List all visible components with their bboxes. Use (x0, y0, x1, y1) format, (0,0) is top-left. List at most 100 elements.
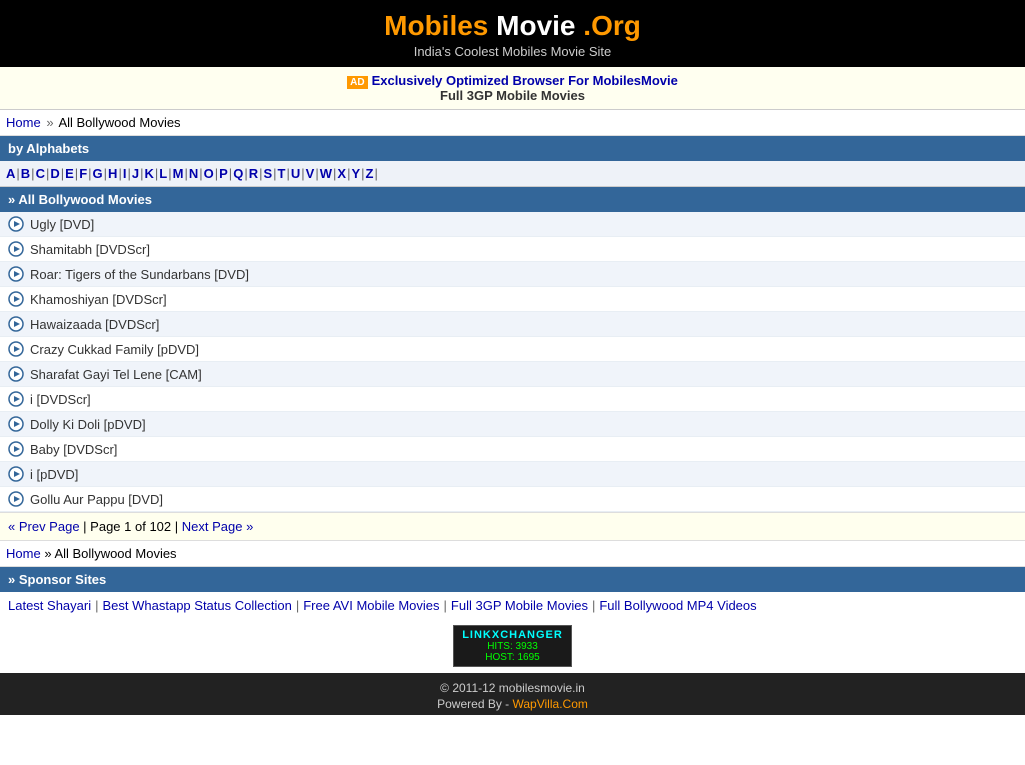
page-info: | Page 1 of 102 | (83, 519, 182, 534)
title-mobiles: Mobiles (384, 10, 488, 41)
play-icon (8, 441, 24, 457)
play-icon (8, 416, 24, 432)
sponsor-header: » Sponsor Sites (0, 567, 1025, 592)
footer: © 2011-12 mobilesmovie.in Powered By - W… (0, 673, 1025, 715)
alpha-C[interactable]: C (36, 166, 45, 181)
alpha-P[interactable]: P (219, 166, 228, 181)
powered-text: Powered By - (437, 697, 509, 711)
ad-line2: Full 3GP Mobile Movies (0, 88, 1025, 103)
movie-item[interactable]: Crazy Cukkad Family [pDVD] (0, 337, 1025, 362)
movie-link[interactable]: Baby [DVDScr] (30, 442, 117, 457)
top-breadcrumb: Home » All Bollywood Movies (0, 110, 1025, 136)
alpha-X[interactable]: X (337, 166, 346, 181)
ad-link[interactable]: Exclusively Optimized Browser For Mobile… (372, 73, 678, 88)
alpha-H[interactable]: H (108, 166, 117, 181)
ad-bar: AD Exclusively Optimized Browser For Mobi… (0, 67, 1025, 110)
alpha-T[interactable]: T (278, 166, 286, 181)
play-icon (8, 491, 24, 507)
movie-link[interactable]: Roar: Tigers of the Sundarbans [DVD] (30, 267, 249, 282)
prev-page-link[interactable]: « Prev Page (8, 519, 80, 534)
movie-item[interactable]: Ugly [DVD] (0, 212, 1025, 237)
lx-host: HOST: 1695 (462, 652, 563, 663)
movie-item[interactable]: Hawaizaada [DVDScr] (0, 312, 1025, 337)
sponsor-link-whatsapp[interactable]: Best Whastapp Status Collection (103, 598, 292, 613)
site-header: Mobiles Movie .Org India's Coolest Mobil… (0, 0, 1025, 67)
alpha-V[interactable]: V (306, 166, 315, 181)
play-icon (8, 241, 24, 257)
alpha-S[interactable]: S (263, 166, 272, 181)
powered-link[interactable]: WapVilla.Com (513, 697, 588, 711)
pagination: « Prev Page | Page 1 of 102 | Next Page … (0, 512, 1025, 541)
movie-link[interactable]: i [pDVD] (30, 467, 78, 482)
alpha-L[interactable]: L (159, 166, 167, 181)
movie-item[interactable]: Roar: Tigers of the Sundarbans [DVD] (0, 262, 1025, 287)
sponsor-link-shayari[interactable]: Latest Shayari (8, 598, 91, 613)
movie-item[interactable]: Baby [DVDScr] (0, 437, 1025, 462)
movie-item[interactable]: Shamitabh [DVDScr] (0, 237, 1025, 262)
movies-section: » All Bollywood Movies Ugly [DVD] Shamit… (0, 187, 1025, 512)
play-icon (8, 316, 24, 332)
breadcrumb-sep: » (46, 115, 53, 130)
bottom-breadcrumb: Home » All Bollywood Movies (0, 541, 1025, 567)
ad-label: AD (347, 76, 367, 89)
sponsor-links: Latest Shayari|Best Whastapp Status Coll… (0, 592, 1025, 619)
movie-link[interactable]: Khamoshiyan [DVDScr] (30, 292, 167, 307)
alpha-Q[interactable]: Q (233, 166, 243, 181)
alpha-Z[interactable]: Z (366, 166, 374, 181)
next-page-link[interactable]: Next Page » (182, 519, 254, 534)
alpha-A[interactable]: A (6, 166, 15, 181)
movie-link[interactable]: i [DVDScr] (30, 392, 91, 407)
alphabet-bar: A|B|C|D|E|F|G|H|I|J|K|L|M|N|O|P|Q|R|S|T|… (0, 161, 1025, 186)
alpha-I[interactable]: I (123, 166, 127, 181)
bottom-breadcrumb-home[interactable]: Home (6, 546, 41, 561)
alpha-D[interactable]: D (50, 166, 59, 181)
alpha-G[interactable]: G (93, 166, 103, 181)
alpha-N[interactable]: N (189, 166, 198, 181)
movie-item[interactable]: i [pDVD] (0, 462, 1025, 487)
copyright: © 2011-12 mobilesmovie.in (0, 681, 1025, 695)
bottom-breadcrumb-current: All Bollywood Movies (54, 546, 176, 561)
movie-link[interactable]: Sharafat Gayi Tel Lene [CAM] (30, 367, 202, 382)
sponsor-link-3gp[interactable]: Full 3GP Mobile Movies (451, 598, 588, 613)
breadcrumb-home[interactable]: Home (6, 115, 41, 130)
title-org: .Org (576, 10, 641, 41)
alpha-W[interactable]: W (320, 166, 332, 181)
alpha-J[interactable]: J (132, 166, 139, 181)
linkxchanger-banner[interactable]: LINKXCHANGER HITS: 3933 HOST: 1695 (0, 619, 1025, 673)
lx-title: LINKXCHANGER (462, 629, 563, 641)
play-icon (8, 266, 24, 282)
movie-item[interactable]: Sharafat Gayi Tel Lene [CAM] (0, 362, 1025, 387)
alpha-E[interactable]: E (65, 166, 74, 181)
sponsor-link-mp4[interactable]: Full Bollywood MP4 Videos (599, 598, 756, 613)
play-icon (8, 216, 24, 232)
play-icon (8, 341, 24, 357)
movie-link[interactable]: Shamitabh [DVDScr] (30, 242, 150, 257)
powered-by: Powered By - WapVilla.Com (0, 697, 1025, 711)
sponsor-link-avi[interactable]: Free AVI Mobile Movies (303, 598, 439, 613)
movie-link[interactable]: Crazy Cukkad Family [pDVD] (30, 342, 199, 357)
movie-link[interactable]: Hawaizaada [DVDScr] (30, 317, 159, 332)
alpha-R[interactable]: R (249, 166, 258, 181)
play-icon (8, 466, 24, 482)
alpha-Y[interactable]: Y (351, 166, 360, 181)
movie-item[interactable]: Dolly Ki Doli [pDVD] (0, 412, 1025, 437)
movie-list: Ugly [DVD] Shamitabh [DVDScr] Roar: Tige… (0, 212, 1025, 512)
alpha-O[interactable]: O (204, 166, 214, 181)
alpha-B[interactable]: B (21, 166, 30, 181)
alpha-M[interactable]: M (173, 166, 184, 181)
movie-link[interactable]: Ugly [DVD] (30, 217, 94, 232)
movies-section-header: » All Bollywood Movies (0, 187, 1025, 212)
movie-link[interactable]: Gollu Aur Pappu [DVD] (30, 492, 163, 507)
alphabets-header: by Alphabets (0, 136, 1025, 161)
alpha-F[interactable]: F (79, 166, 87, 181)
alpha-K[interactable]: K (144, 166, 153, 181)
movie-item[interactable]: i [DVDScr] (0, 387, 1025, 412)
site-title: Mobiles Movie .Org (0, 10, 1025, 42)
breadcrumb-current: All Bollywood Movies (58, 115, 180, 130)
movie-link[interactable]: Dolly Ki Doli [pDVD] (30, 417, 146, 432)
alpha-U[interactable]: U (291, 166, 300, 181)
movie-item[interactable]: Khamoshiyan [DVDScr] (0, 287, 1025, 312)
sponsor-section: » Sponsor Sites Latest Shayari|Best Whas… (0, 567, 1025, 673)
lx-hits: HITS: 3933 (462, 641, 563, 652)
movie-item[interactable]: Gollu Aur Pappu [DVD] (0, 487, 1025, 512)
